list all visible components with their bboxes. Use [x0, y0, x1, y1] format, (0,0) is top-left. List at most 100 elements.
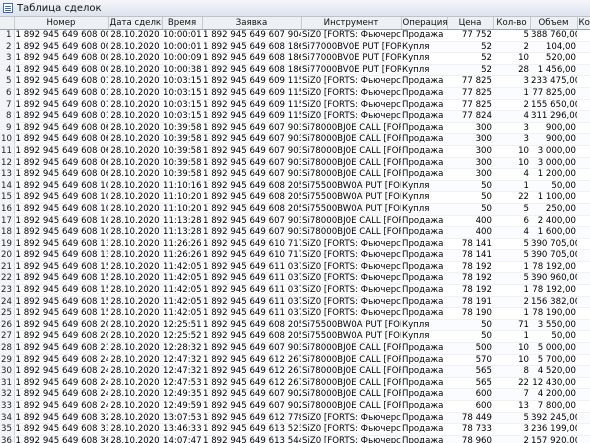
cell-price: 78 960: [447, 435, 493, 443]
table-row[interactable]: 361 892 945 649 608 365 19728.10.202014:…: [0, 435, 590, 443]
cell-instrument: SiZ0 [FORTS: Фьючерсы]: [301, 307, 401, 320]
table-icon: [3, 3, 13, 13]
column-header-trade-date[interactable]: Дата сделки: [108, 17, 163, 30]
table-row[interactable]: 291 892 945 649 608 240 90628.10.202012:…: [0, 354, 590, 367]
cell-volume: 2 400,00: [530, 215, 577, 228]
column-header-extra[interactable]: Ко: [577, 17, 590, 30]
cell-volume: 3 000,00: [530, 145, 577, 158]
table-row[interactable]: 341 892 945 649 608 327 74228.10.202013:…: [0, 412, 590, 425]
cell-volume: 155 650,00: [530, 99, 577, 112]
cell-extra: [577, 168, 590, 181]
cell-volume: 390 960,00: [530, 272, 577, 286]
table-row[interactable]: 11 892 945 649 608 002 71328.10.202010:0…: [0, 29, 590, 42]
table-row[interactable]: 241 892 945 649 608 158 33128.10.202011:…: [0, 296, 590, 309]
column-header-trade-number[interactable]: Номер: [14, 17, 109, 30]
cell-volume: 78 192,00: [530, 284, 577, 297]
cell-instrument: Si78000BJ0E CALL [FORTS: Опци: [301, 354, 401, 367]
cell-quantity: 1: [493, 330, 530, 344]
table-row[interactable]: 331 892 945 649 608 248 00228.10.202012:…: [0, 400, 590, 413]
cell-trade-date: 28.10.2020: [108, 75, 162, 88]
cell-row-number: 20: [0, 249, 15, 262]
table-row[interactable]: 301 892 945 649 608 240 90728.10.202012:…: [0, 365, 590, 378]
table-row[interactable]: 111 892 945 649 608 065 68428.10.202010:…: [0, 145, 590, 158]
cell-trade-number: 1 892 945 649 608 158 331: [14, 296, 108, 309]
cell-quantity: 2: [493, 41, 530, 54]
cell-instrument: Si78000BJ0E CALL [FORTS: Опци: [301, 365, 401, 378]
cell-extra: [577, 110, 590, 123]
cell-trade-number: 1 892 945 649 608 012 621: [14, 75, 108, 88]
cell-quantity: 3: [493, 133, 530, 146]
cell-quantity: 3: [493, 75, 530, 88]
cell-order-number: 1 892 945 649 612 267 757: [202, 354, 301, 367]
cell-quantity: 22: [493, 191, 530, 204]
table-row[interactable]: 121 892 945 649 608 065 68828.10.202010:…: [0, 157, 590, 170]
cell-order-number: 1 892 945 649 610 717 781: [202, 238, 301, 251]
column-header-order-number[interactable]: Заявка: [202, 17, 302, 30]
cell-trade-time: 12:25:52: [162, 330, 202, 344]
table-row[interactable]: 81 892 945 649 608 012 62428.10.202010:0…: [0, 110, 590, 123]
cell-trade-date: 28.10.2020: [108, 191, 162, 204]
cell-trade-date: 28.10.2020: [108, 307, 162, 320]
cell-extra: [577, 133, 590, 146]
cell-price: 50: [447, 330, 493, 344]
table-row[interactable]: 321 892 945 649 608 245 94928.10.202012:…: [0, 388, 590, 401]
column-header-quantity[interactable]: Кол-во: [493, 17, 531, 30]
table-row[interactable]: 51 892 945 649 608 012 62128.10.202010:0…: [0, 75, 590, 88]
table-row[interactable]: 71 892 945 649 608 012 62328.10.202010:0…: [0, 99, 590, 112]
cell-price: 600: [447, 388, 493, 401]
cell-extra: [577, 41, 590, 54]
table-row[interactable]: 281 892 945 649 608 212 80028.10.202012:…: [0, 342, 590, 355]
table-row[interactable]: 221 892 945 649 608 158 32928.10.202011:…: [0, 272, 590, 286]
table-row[interactable]: 41 892 945 649 608 006 64328.10.202010:0…: [0, 64, 590, 77]
table-row[interactable]: 251 892 945 649 608 158 33228.10.202011:…: [0, 307, 590, 320]
cell-quantity: 71: [493, 319, 530, 332]
column-header-trade-time[interactable]: Время: [162, 17, 203, 30]
cell-price: 50: [447, 180, 493, 193]
table-row[interactable]: 151 892 945 649 608 100 76428.10.202011:…: [0, 191, 590, 204]
table-row[interactable]: 31 892 945 649 608 004 53628.10.202010:0…: [0, 52, 590, 65]
cell-order-number: 1 892 945 649 608 205 273: [202, 319, 301, 332]
cell-trade-date: 28.10.2020: [108, 412, 162, 425]
cell-trade-date: 28.10.2020: [108, 284, 162, 297]
cell-instrument: Si78000BJ0E CALL [FORTS: Опци: [301, 168, 401, 181]
table-row[interactable]: 131 892 945 649 608 065 69128.10.202010:…: [0, 168, 590, 181]
cell-trade-number: 1 892 945 649 608 100 255: [14, 180, 108, 193]
column-header-volume[interactable]: Объем: [530, 17, 578, 30]
table-row[interactable]: 141 892 945 649 608 100 25528.10.202011:…: [0, 180, 590, 193]
table-row[interactable]: 311 892 945 649 608 241 23728.10.202012:…: [0, 377, 590, 390]
table-row[interactable]: 211 892 945 649 608 158 32828.10.202011:…: [0, 261, 590, 274]
table-row[interactable]: 101 892 945 649 608 065 68328.10.202010:…: [0, 133, 590, 146]
table-row[interactable]: 231 892 945 649 608 158 33028.10.202011:…: [0, 284, 590, 297]
table-row[interactable]: 161 892 945 649 608 100 76528.10.202011:…: [0, 203, 590, 216]
cell-quantity: 4: [493, 168, 530, 181]
cell-trade-time: 11:42:05: [162, 272, 202, 286]
cell-trade-time: 12:47:32: [162, 354, 202, 367]
table-row[interactable]: 351 892 945 649 608 331 86228.10.202013:…: [0, 423, 590, 436]
cell-operation: Купля: [401, 330, 447, 344]
table-row[interactable]: 21 892 945 649 608 003 56428.10.202010:0…: [0, 41, 590, 54]
column-header-instrument[interactable]: Инструмент: [301, 17, 402, 30]
cell-volume: 156 382,00: [530, 296, 577, 309]
cell-operation: Купля: [401, 191, 447, 204]
cell-extra: [577, 122, 590, 135]
title-bar[interactable]: Таблица сделок: [0, 0, 590, 17]
table-row[interactable]: 91 892 945 649 608 065 67828.10.202010:3…: [0, 122, 590, 135]
cell-row-number: 16: [0, 203, 15, 216]
cell-extra: [577, 423, 590, 436]
column-header-price[interactable]: Цена: [447, 17, 494, 30]
cell-trade-number: 1 892 945 649 608 003 564: [14, 41, 108, 54]
table-row[interactable]: 61 892 945 649 608 012 62228.10.202010:0…: [0, 87, 590, 100]
table-row[interactable]: 171 892 945 649 608 109 17128.10.202011:…: [0, 215, 590, 228]
cell-price: 300: [447, 133, 493, 146]
table-row[interactable]: 271 892 945 649 608 207 09728.10.202012:…: [0, 330, 590, 344]
table-row[interactable]: 201 892 945 649 608 136 00928.10.202011:…: [0, 249, 590, 262]
cell-volume: 1 600,00: [530, 226, 577, 239]
cell-trade-time: 11:26:26: [162, 249, 202, 262]
cell-price: 400: [447, 215, 493, 228]
table-row[interactable]: 181 892 945 649 608 109 17228.10.202011:…: [0, 226, 590, 239]
table-row[interactable]: 261 892 945 649 608 207 09628.10.202012:…: [0, 319, 590, 332]
table-row[interactable]: 191 892 945 649 608 136 00828.10.202011:…: [0, 238, 590, 251]
column-header-operation[interactable]: Операция: [401, 17, 448, 30]
cell-trade-number: 1 892 945 649 608 365 197: [14, 435, 108, 443]
column-header-row-number[interactable]: [0, 17, 15, 30]
